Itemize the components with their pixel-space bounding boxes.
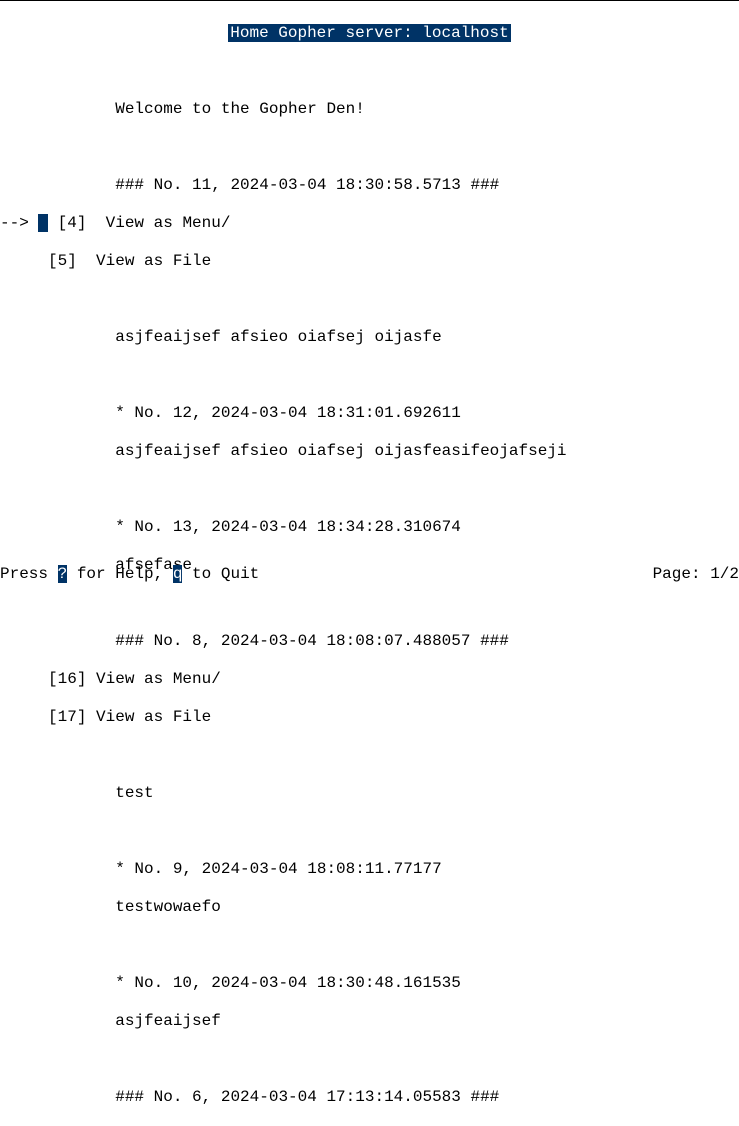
blank-line [0,138,739,157]
link-4-label[interactable]: View as Menu/ [106,214,231,232]
link-number: [5] [0,252,96,270]
entry-header: * No. 13, 2024-03-04 18:34:28.310674 [0,518,739,537]
terminal-content: Home Gopher server: localhost Welcome to… [0,1,739,1126]
status-help: Press ? for Help, q to Quit [0,565,259,584]
quit-key[interactable]: q [173,565,183,583]
blank-line [0,62,739,81]
status-bar: Press ? for Help, q to Quit Page: 1/2 [0,565,739,584]
title-bar: Home Gopher server: localhost [0,24,739,43]
link-line[interactable]: [17] View as File [0,708,739,727]
entry10-body: asjfeaijsef [115,1012,221,1030]
entry10-header: * No. 10, 2024-03-04 18:30:48.161535 [115,974,461,992]
entry6-header: ### No. 6, 2024-03-04 17:13:14.05583 ### [115,1088,499,1106]
entry11-header: ### No. 11, 2024-03-04 18:30:58.5713 ### [115,176,499,194]
blank-line [0,1050,739,1069]
blank-line [0,290,739,309]
link-17-label[interactable]: View as File [96,708,211,726]
welcome-text: Welcome to the Gopher Den! [115,100,365,118]
body-line: asjfeaijsef afsieo oiafsej oijasfe [0,328,739,347]
help-key[interactable]: ? [58,565,68,583]
link-16-label[interactable]: View as Menu/ [96,670,221,688]
entry9-body: testwowaefo [115,898,221,916]
blank-line [0,822,739,841]
entry9-header: * No. 9, 2024-03-04 18:08:11.77177 [115,860,441,878]
link-line[interactable]: [16] View as Menu/ [0,670,739,689]
entry12-body: asjfeaijsef afsieo oiafsej oijasfeasifeo… [115,442,566,460]
entry13-header: * No. 13, 2024-03-04 18:34:28.310674 [115,518,461,536]
link-5-label[interactable]: View as File [96,252,211,270]
page-indicator: Page: 1/2 [653,565,739,584]
blank-line [0,746,739,765]
body-line: testwowaefo [0,898,739,917]
entry-header: * No. 12, 2024-03-04 18:31:01.692611 [0,404,739,423]
blank-line [0,366,739,385]
selected-link-line[interactable]: --> [4] View as Menu/ [0,214,739,233]
entry-header: ### No. 6, 2024-03-04 17:13:14.05583 ### [0,1088,739,1107]
entry8-body: test [115,784,153,802]
blank-line [0,936,739,955]
link-number: [17] [0,708,96,726]
link-number: [16] [0,670,96,688]
welcome-line: Welcome to the Gopher Den! [0,100,739,119]
blank-line [0,480,739,499]
entry11-body: asjfeaijsef afsieo oiafsej oijasfe [115,328,441,346]
entry-header: * No. 9, 2024-03-04 18:08:11.77177 [0,860,739,879]
body-line: test [0,784,739,803]
link-line[interactable]: [5] View as File [0,252,739,271]
link-number: [4] [48,214,106,232]
entry8-header: ### No. 8, 2024-03-04 18:08:07.488057 ##… [115,632,509,650]
body-line: asjfeaijsef afsieo oiafsej oijasfeasifeo… [0,442,739,461]
blank-line [0,594,739,613]
body-line: asjfeaijsef [0,1012,739,1031]
entry12-header: * No. 12, 2024-03-04 18:31:01.692611 [115,404,461,422]
page-title: Home Gopher server: localhost [228,24,510,42]
cursor [38,214,48,232]
entry-header: ### No. 8, 2024-03-04 18:08:07.488057 ##… [0,632,739,651]
entry-header: * No. 10, 2024-03-04 18:30:48.161535 [0,974,739,993]
selection-arrow: --> [0,214,38,232]
entry-header: ### No. 11, 2024-03-04 18:30:58.5713 ### [0,176,739,195]
